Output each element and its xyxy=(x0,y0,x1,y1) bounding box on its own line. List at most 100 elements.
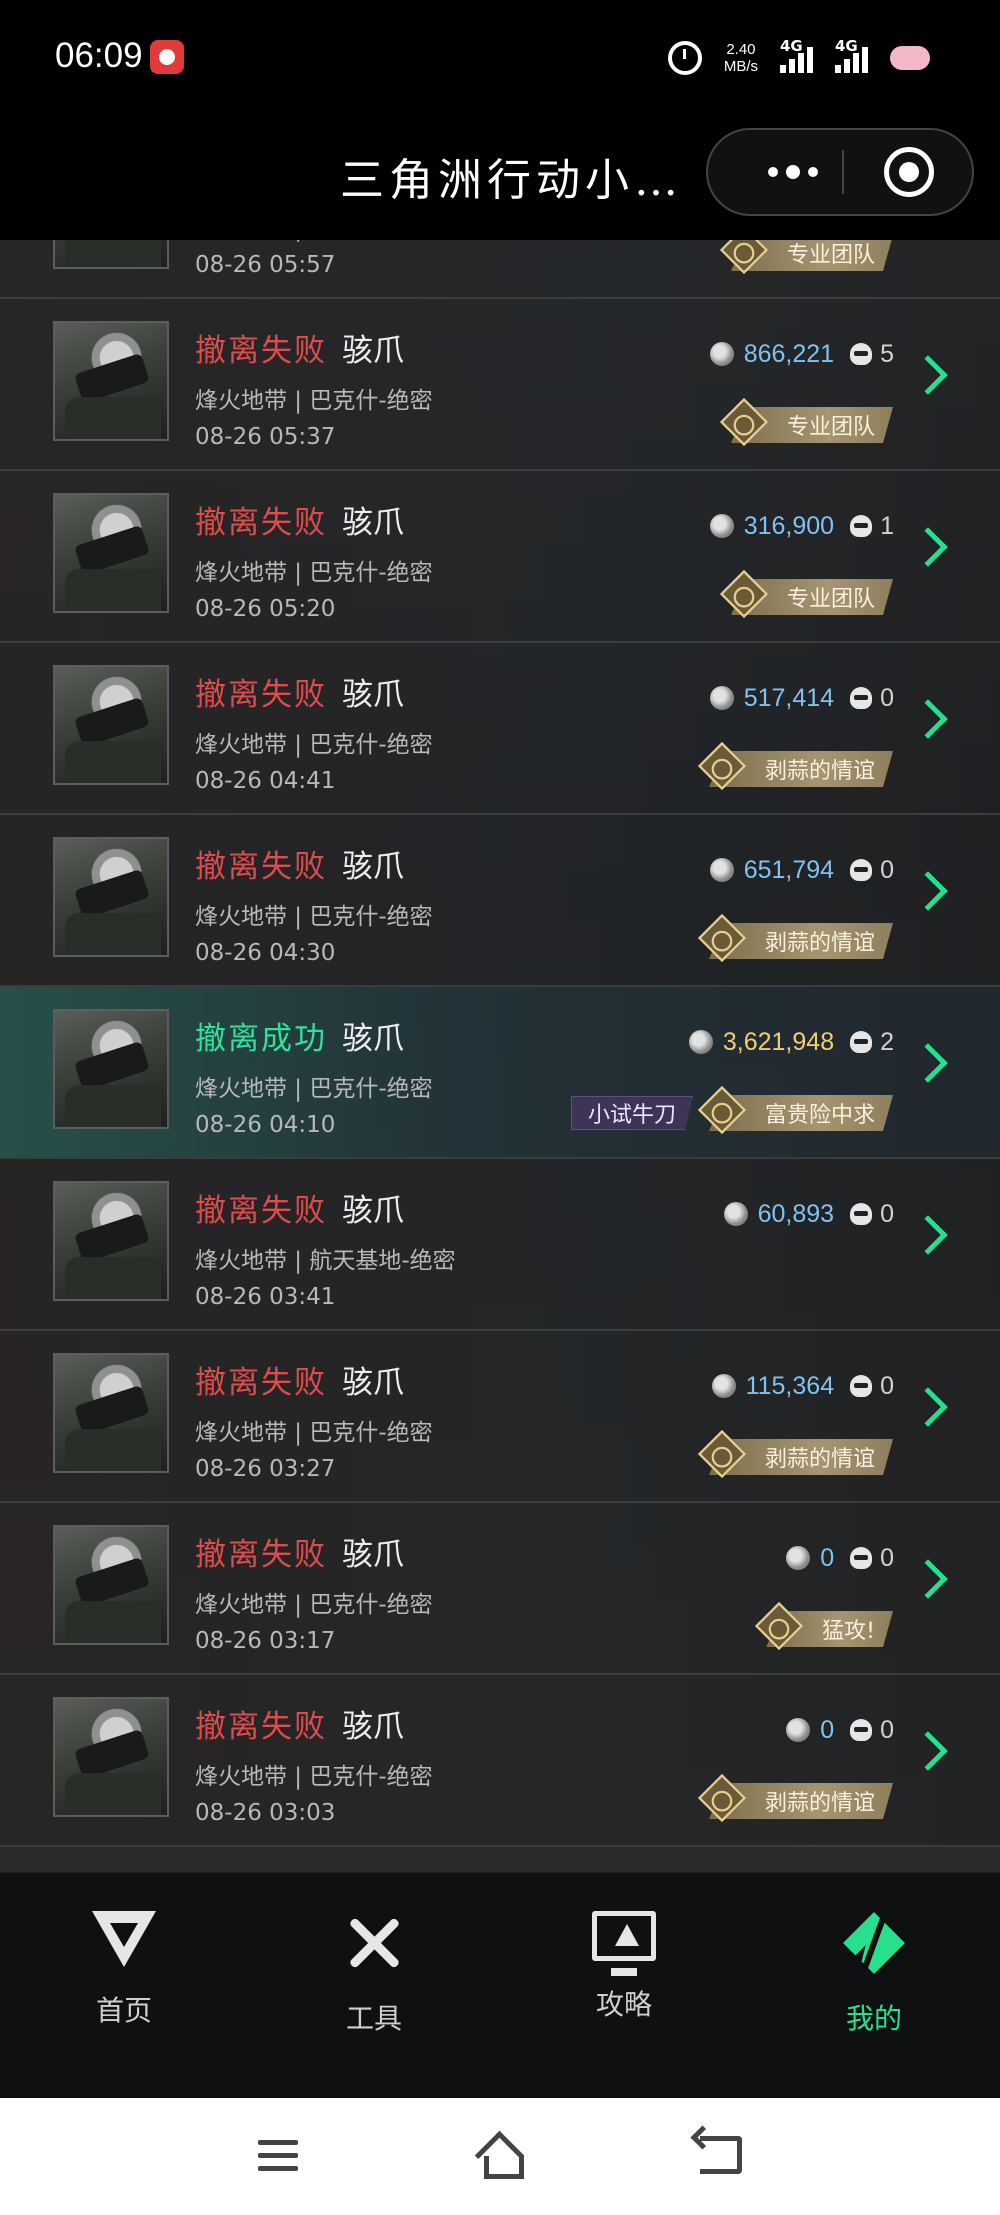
operator-name: 骇爪 xyxy=(342,1193,404,1229)
record-row[interactable]: 撤离失败 骇爪 烽火地带 | 巴克什-绝密 08-26 03:03 0 0 剥蒜… xyxy=(0,1675,1000,1847)
coin-icon xyxy=(786,1718,811,1742)
match-stats: 517,414 0 xyxy=(709,681,894,715)
chevron-right-icon[interactable] xyxy=(908,527,948,567)
nav-item-home[interactable]: 首页 xyxy=(49,1911,199,2051)
menu-icon[interactable] xyxy=(258,2140,298,2172)
record-rows: 撤离失败 骇爪 烽火地带 | 巴克什-绝密 08-26 05:57 671,19… xyxy=(0,240,1000,1847)
map-info: 烽火地带 | 巴克什-绝密 xyxy=(195,732,433,758)
more-icon[interactable] xyxy=(748,130,838,214)
app-notification-icon xyxy=(150,40,184,74)
loot-value: 60,893 xyxy=(757,1199,835,1228)
signal-label-1: 4G xyxy=(780,37,803,55)
match-time: 08-26 05:20 xyxy=(195,596,336,622)
skull-icon xyxy=(850,515,873,537)
operator-avatar xyxy=(53,1009,169,1129)
record-row[interactable]: 撤离失败 骇爪 烽火地带 | 巴克什-绝密 08-26 03:27 115,36… xyxy=(0,1331,1000,1503)
match-stats: 60,893 0 xyxy=(723,1197,894,1231)
badge-label: 剥蒜的情谊 xyxy=(764,759,875,784)
loot-value: 316,900 xyxy=(743,511,835,540)
nav-item-guide[interactable]: 攻略 xyxy=(549,1911,699,2051)
kill-count: 0 xyxy=(880,855,894,884)
loot-value: 651,794 xyxy=(743,855,835,884)
match-stats: 651,794 0 xyxy=(709,853,894,887)
chevron-right-icon[interactable] xyxy=(908,1043,948,1083)
match-time: 08-26 04:10 xyxy=(195,1112,336,1138)
match-time: 08-26 03:41 xyxy=(195,1284,336,1310)
record-row[interactable]: 撤离失败 骇爪 烽火地带 | 航天基地-绝密 08-26 03:41 60,89… xyxy=(0,1159,1000,1331)
match-time: 08-26 05:57 xyxy=(195,252,336,278)
record-row[interactable]: 撤离失败 骇爪 烽火地带 | 巴克什-绝密 08-26 05:20 316,90… xyxy=(0,471,1000,643)
squad-badge: 猛攻! xyxy=(755,1601,893,1651)
chevron-right-icon[interactable] xyxy=(908,871,948,911)
match-stats: 0 0 xyxy=(786,1541,894,1575)
operator-avatar xyxy=(53,240,169,269)
operator-name: 骇爪 xyxy=(342,1537,404,1573)
match-time: 08-26 04:30 xyxy=(195,940,336,966)
badge-label: 猛攻! xyxy=(822,1619,875,1644)
guide-icon xyxy=(592,1911,656,1976)
nav-item-tools[interactable]: 工具 xyxy=(299,1911,449,2051)
match-record-list[interactable]: 撤离失败 骇爪 烽火地带 | 巴克什-绝密 08-26 05:57 671,19… xyxy=(0,240,1000,1872)
coin-icon xyxy=(709,342,734,366)
operator-name: 骇爪 xyxy=(342,333,404,369)
kill-count: 0 xyxy=(880,1543,894,1572)
chevron-right-icon[interactable] xyxy=(908,1731,948,1771)
skull-icon xyxy=(850,1031,873,1053)
squad-badge: 专业团队 xyxy=(719,569,893,619)
loot-value: 517,414 xyxy=(743,683,835,712)
system-nav-bar xyxy=(0,2098,1000,2215)
record-row[interactable]: 撤离失败 骇爪 烽火地带 | 巴克什-绝密 08-26 05:57 671,19… xyxy=(0,240,1000,299)
match-time: 08-26 03:03 xyxy=(195,1800,336,1826)
bottom-nav: 首页 工具 攻略 我的 xyxy=(0,1872,1000,2098)
chevron-right-icon[interactable] xyxy=(908,1387,948,1427)
alarm-icon xyxy=(667,41,702,75)
record-tags: 猛攻! xyxy=(755,1601,893,1651)
network-speed: 2.40 MB/s xyxy=(724,41,758,75)
network-speed-value: 2.40 xyxy=(726,41,756,58)
skull-icon xyxy=(850,1203,873,1225)
badge-label: 剥蒜的情谊 xyxy=(764,931,875,956)
home-button-icon[interactable] xyxy=(476,2136,524,2179)
record-row[interactable]: 撤离失败 骇爪 烽火地带 | 巴克什-绝密 08-26 04:41 517,41… xyxy=(0,643,1000,815)
record-row[interactable]: 撤离失败 骇爪 烽火地带 | 巴克什-绝密 08-26 03:17 0 0 猛攻… xyxy=(0,1503,1000,1675)
record-tags: 剥蒜的情谊 xyxy=(697,741,893,791)
title-bar: 三角洲行动小… xyxy=(0,118,1000,240)
loot-value: 0 xyxy=(820,1543,835,1572)
capsule-divider xyxy=(842,150,844,194)
skull-icon xyxy=(850,1547,873,1569)
extraction-result: 撤离成功 xyxy=(195,1021,327,1057)
loot-value: 115,364 xyxy=(745,1371,835,1400)
record-row[interactable]: 撤离失败 骇爪 烽火地带 | 巴克什-绝密 08-26 05:37 866,22… xyxy=(0,299,1000,471)
badge-label: 专业团队 xyxy=(786,587,875,612)
match-time: 08-26 05:37 xyxy=(195,424,336,450)
back-icon[interactable] xyxy=(700,2136,742,2174)
badge-label: 剥蒜的情谊 xyxy=(764,1791,875,1816)
record-row[interactable]: 撤离成功 骇爪 烽火地带 | 巴克什-绝密 08-26 04:10 3,621,… xyxy=(0,987,1000,1159)
badge-label: 专业团队 xyxy=(786,243,875,268)
loot-value: 3,621,948 xyxy=(722,1027,835,1056)
operator-avatar xyxy=(53,493,169,613)
chevron-right-icon[interactable] xyxy=(908,1559,948,1599)
match-stats: 115,364 0 xyxy=(711,1369,894,1403)
nav-item-mine[interactable]: 我的 xyxy=(799,1911,949,2051)
record-row[interactable]: 撤离失败 骇爪 烽火地带 | 巴克什-绝密 08-26 04:30 651,79… xyxy=(0,815,1000,987)
map-info: 烽火地带 | 巴克什-绝密 xyxy=(195,904,433,930)
record-tags: 小试牛刀 富贵险中求 xyxy=(571,1085,893,1135)
close-miniprogram-icon[interactable] xyxy=(884,147,934,197)
match-stats: 0 0 xyxy=(786,1713,894,1747)
chevron-right-icon[interactable] xyxy=(908,699,948,739)
kill-count: 2 xyxy=(880,1027,894,1056)
squad-badge: 富贵险中求 xyxy=(697,1085,893,1135)
map-info: 烽火地带 | 巴克什-绝密 xyxy=(195,388,433,414)
kill-count: 1 xyxy=(880,511,894,540)
kill-count: 0 xyxy=(880,683,894,712)
operator-avatar xyxy=(53,321,169,441)
miniprogram-capsule xyxy=(706,128,974,216)
chevron-right-icon[interactable] xyxy=(908,1215,948,1255)
kill-count: 0 xyxy=(880,1199,894,1228)
nav-label-tools: 工具 xyxy=(345,2002,402,2035)
coin-icon xyxy=(723,1202,748,1226)
operator-name: 骇爪 xyxy=(342,849,404,885)
record-tags: 剥蒜的情谊 xyxy=(697,1773,893,1823)
chevron-right-icon[interactable] xyxy=(908,355,948,395)
